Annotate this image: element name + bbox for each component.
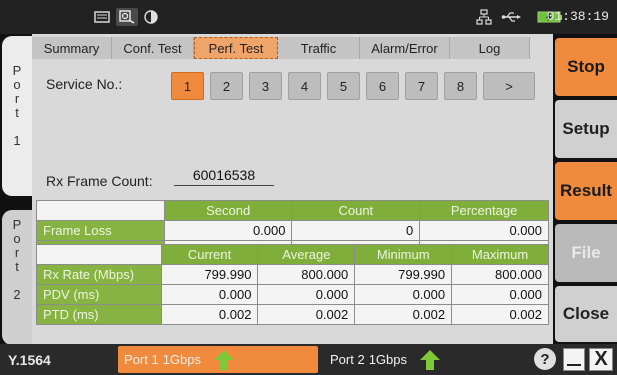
row-label: PDV (ms) xyxy=(36,284,162,305)
column-header: Maximum xyxy=(451,244,549,265)
table-row: PTD (ms) 0.002 0.002 0.002 0.002 xyxy=(36,304,549,325)
table-cell: 0.002 xyxy=(354,304,453,325)
tab-log[interactable]: Log xyxy=(450,37,530,59)
service-next-button[interactable]: > xyxy=(483,72,535,100)
row-label: PTD (ms) xyxy=(36,304,162,325)
service-button-8[interactable]: 8 xyxy=(444,72,477,100)
port-2-number: 2 xyxy=(13,287,21,302)
minimize-button[interactable] xyxy=(563,348,585,371)
table-cell: 800.000 xyxy=(451,264,549,285)
status-bar: 01:38:19 xyxy=(0,0,617,34)
port-selector: P o r t 1 P o r t 2 xyxy=(0,34,32,345)
table-cell: 0.002 xyxy=(451,304,549,325)
port-1-tab[interactable]: P o r t 1 xyxy=(2,36,32,196)
tab-alarm-error[interactable]: Alarm/Error xyxy=(360,37,450,59)
table-row: Rx Rate (Mbps) 799.990 800.000 799.990 8… xyxy=(36,264,549,285)
service-button-2[interactable]: 2 xyxy=(210,72,243,100)
tab-summary[interactable]: Summary xyxy=(32,37,112,59)
table-cell: 0.000 xyxy=(354,284,453,305)
action-column: Stop Setup Result File Close xyxy=(553,34,617,344)
table-corner xyxy=(36,244,162,265)
service-button-4[interactable]: 4 xyxy=(288,72,321,100)
clock: 01:38:19 xyxy=(546,9,609,24)
service-button-5[interactable]: 5 xyxy=(327,72,360,100)
column-header: Percentage xyxy=(419,200,549,221)
port-2-status[interactable]: Port 2 1Gbps xyxy=(330,346,470,373)
port-1-name: Port 1 xyxy=(124,352,159,367)
table-cell: 0.000 xyxy=(257,284,356,305)
zoom-capture-icon[interactable] xyxy=(116,8,138,26)
table-cell: 799.990 xyxy=(160,264,259,285)
port-1-number: 1 xyxy=(13,133,21,148)
service-button-1[interactable]: 1 xyxy=(171,72,204,100)
usb-icon xyxy=(500,8,522,26)
stop-button[interactable]: Stop xyxy=(555,38,617,96)
column-header: Current xyxy=(160,244,259,265)
port-1-status[interactable]: Port 1 1Gbps xyxy=(118,346,318,373)
network-icon xyxy=(474,8,494,26)
tab-perf-test[interactable]: Perf. Test xyxy=(194,37,278,59)
link-up-arrow-icon xyxy=(420,349,440,370)
file-button[interactable]: File xyxy=(555,224,617,282)
table-cell: 800.000 xyxy=(257,264,356,285)
table-cell: 0.000 xyxy=(451,284,549,305)
tab-conf-test[interactable]: Conf. Test xyxy=(112,37,194,59)
link-up-arrow-icon xyxy=(214,349,234,370)
table-header-row: Current Average Minimum Maximum xyxy=(36,244,549,265)
table-cell: 0.002 xyxy=(160,304,259,325)
bottom-bar: Y.1564 Port 1 1Gbps Port 2 1Gbps ? X xyxy=(0,344,617,375)
table-cell: 799.990 xyxy=(354,264,453,285)
setup-button[interactable]: Setup xyxy=(555,100,617,158)
column-header: Average xyxy=(257,244,356,265)
table-row: Frame Loss 0.000 0 0.000 xyxy=(36,220,549,241)
service-button-6[interactable]: 6 xyxy=(366,72,399,100)
port-1-letter: t xyxy=(15,105,19,120)
rx-frame-count-value: 60016538 xyxy=(174,167,274,186)
column-header: Count xyxy=(291,200,421,221)
test-mode-label: Y.1564 xyxy=(8,352,51,368)
port-2-speed: 1Gbps xyxy=(368,352,407,367)
column-header: Second xyxy=(163,200,293,221)
stats-table: Current Average Minimum Maximum Rx Rate … xyxy=(36,244,549,325)
port-1-speed: 1Gbps xyxy=(162,352,201,367)
help-icon[interactable]: ? xyxy=(534,348,556,370)
table-cell: 0.002 xyxy=(257,304,356,325)
tab-traffic[interactable]: Traffic xyxy=(278,37,360,59)
close-button[interactable]: Close xyxy=(555,286,617,342)
port-2-name: Port 2 xyxy=(330,352,365,367)
port-1-letter: r xyxy=(14,91,20,106)
table-cell: 0 xyxy=(291,220,421,241)
column-header: Minimum xyxy=(354,244,453,265)
rx-frame-count-label: Rx Frame Count: xyxy=(46,173,153,189)
exit-button[interactable]: X xyxy=(589,348,613,371)
port-1-letter: o xyxy=(13,77,21,92)
main-panel: Summary Conf. Test Perf. Test Traffic Al… xyxy=(32,34,553,344)
table-header-row: Second Count Percentage xyxy=(36,200,549,221)
table-row: PDV (ms) 0.000 0.000 0.000 0.000 xyxy=(36,284,549,305)
port-2-tab[interactable]: P o r t 2 xyxy=(2,210,32,345)
result-button[interactable]: Result xyxy=(555,162,617,220)
contrast-icon[interactable] xyxy=(142,8,160,26)
table-corner xyxy=(36,200,165,221)
row-label: Rx Rate (Mbps) xyxy=(36,264,162,285)
row-label: Frame Loss xyxy=(36,220,165,241)
port-2-letter: o xyxy=(13,231,21,246)
service-button-3[interactable]: 3 xyxy=(249,72,282,100)
port-2-letter: t xyxy=(15,259,19,274)
service-button-7[interactable]: 7 xyxy=(405,72,438,100)
table-cell: 0.000 xyxy=(160,284,259,305)
port-2-letter: r xyxy=(14,245,20,260)
service-number-label: Service No.: xyxy=(46,76,123,92)
port-1-letter: P xyxy=(12,63,22,78)
monitor-icon[interactable] xyxy=(92,8,112,26)
table-cell: 0.000 xyxy=(163,220,293,241)
table-cell: 0.000 xyxy=(419,220,549,241)
tab-bar: Summary Conf. Test Perf. Test Traffic Al… xyxy=(32,37,553,59)
port-2-letter: P xyxy=(12,217,22,232)
